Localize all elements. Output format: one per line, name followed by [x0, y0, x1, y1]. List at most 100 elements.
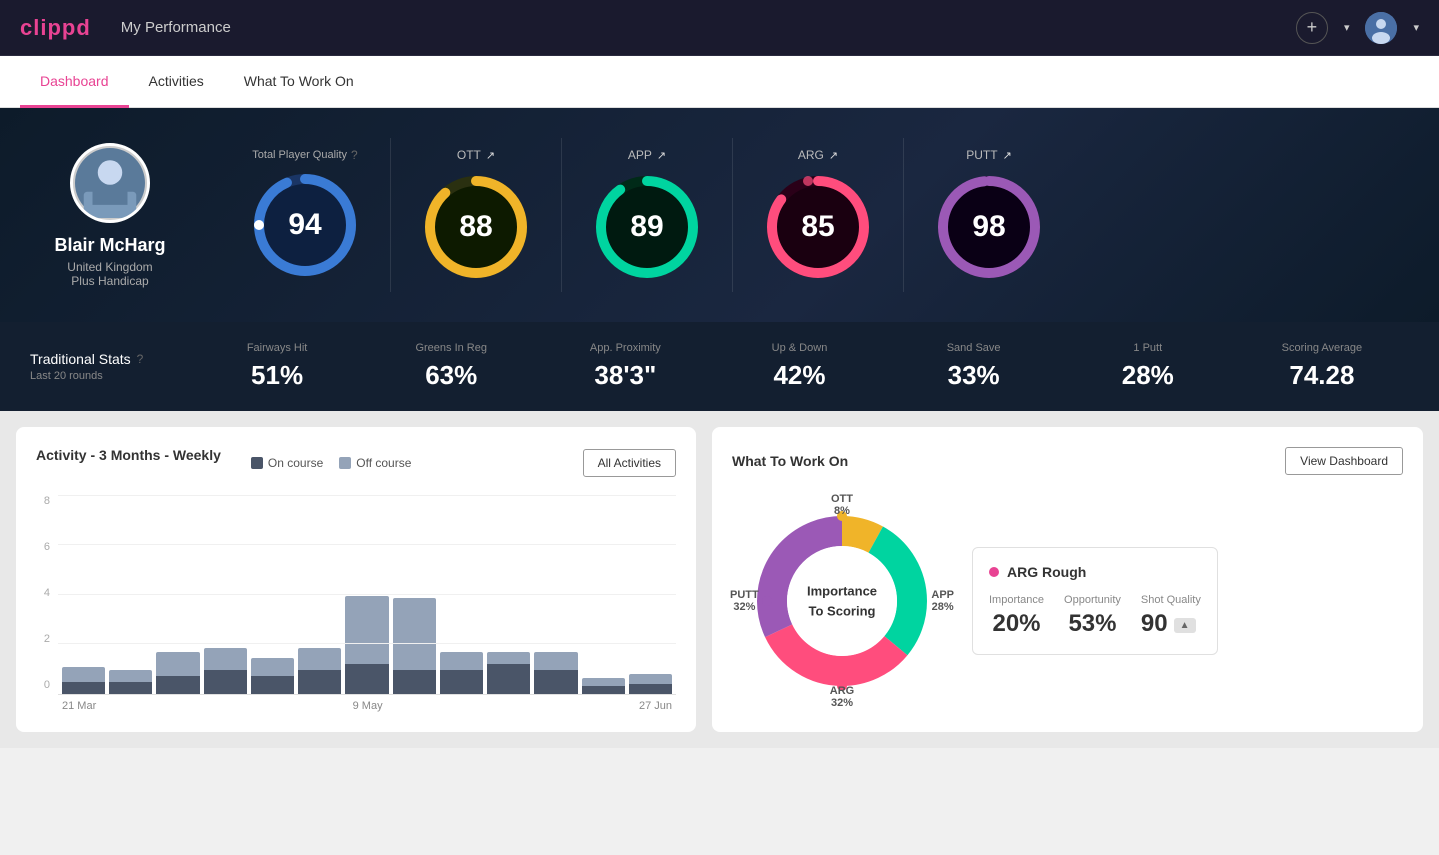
- ott-arrow-icon: ↗: [486, 149, 495, 162]
- stats-info-icon[interactable]: ?: [137, 352, 144, 366]
- add-button[interactable]: +: [1296, 12, 1328, 44]
- x-axis-labels: 21 Mar 9 May 27 Jun: [58, 695, 676, 712]
- bottom-panels: Activity - 3 Months - Weekly On course O…: [0, 411, 1439, 748]
- info-stat-importance: Importance 20%: [989, 594, 1044, 638]
- x-label-mar: 21 Mar: [62, 700, 96, 712]
- nav-tabs: Dashboard Activities What To Work On: [0, 56, 1439, 108]
- arg-circle: 85: [763, 172, 873, 282]
- x-label-may: 9 May: [353, 700, 383, 712]
- view-dashboard-button[interactable]: View Dashboard: [1285, 447, 1403, 475]
- user-dropdown-arrow[interactable]: ▾: [1413, 21, 1419, 34]
- bar-on: [534, 670, 577, 694]
- wtw-title: What To Work On: [732, 453, 1285, 469]
- header-title: My Performance: [121, 19, 1296, 36]
- add-dropdown-arrow[interactable]: ▾: [1344, 21, 1350, 34]
- bar-group-1: [62, 667, 105, 694]
- app-header: clippd My Performance + ▾ ▾: [0, 0, 1439, 56]
- player-avatar: [70, 143, 150, 223]
- bar-off: [156, 652, 199, 676]
- app-value: 89: [630, 210, 663, 244]
- info-stat-shot-quality: Shot Quality 90 ▲: [1141, 594, 1201, 638]
- wtw-header: What To Work On View Dashboard: [732, 447, 1403, 475]
- app-label: APP ↗: [628, 148, 666, 162]
- stat-sand-save: Sand Save 33%: [887, 342, 1061, 391]
- info-stat-opportunity: Opportunity 53%: [1064, 594, 1121, 638]
- bar-group-7: [345, 596, 388, 694]
- bar-group-11: [534, 652, 577, 694]
- donut-center-text: ImportanceTo Scoring: [807, 582, 877, 621]
- putt-segment-label: PUTT 32%: [730, 589, 759, 613]
- bar-on: [62, 682, 105, 694]
- stat-1-putt: 1 Putt 28%: [1061, 342, 1235, 391]
- bar-on: [487, 664, 530, 694]
- tpq-circle: 94: [250, 170, 360, 280]
- bar-off: [204, 648, 247, 670]
- score-block-arg: ARG ↗ 85: [733, 138, 904, 292]
- bar-off: [62, 667, 105, 682]
- on-course-dot: [251, 457, 263, 469]
- bar-on: [393, 670, 436, 694]
- bar-on: [582, 686, 625, 694]
- score-block-tpq: Total Player Quality ? 94: [220, 138, 391, 292]
- bar-on: [109, 682, 152, 694]
- tab-what-to-work-on[interactable]: What To Work On: [224, 57, 374, 108]
- app-segment-label: APP 28%: [931, 589, 954, 613]
- ott-label: OTT ↗: [457, 148, 495, 162]
- score-block-putt: PUTT ↗ 98: [904, 138, 1074, 292]
- user-avatar[interactable]: [1365, 12, 1397, 44]
- arg-segment-label: ARG 32%: [830, 685, 854, 709]
- ott-value: 88: [459, 210, 492, 244]
- stat-fairways-hit: Fairways Hit 51%: [190, 342, 364, 391]
- player-info: Blair McHarg United Kingdom Plus Handica…: [30, 143, 190, 288]
- bar-off: [109, 670, 152, 682]
- putt-value: 98: [972, 210, 1005, 244]
- shot-quality-badge: ▲: [1174, 618, 1196, 633]
- bar-on: [345, 664, 388, 694]
- bar-on: [298, 670, 341, 694]
- bar-group-10: [487, 652, 530, 694]
- bar-group-12: [582, 678, 625, 694]
- putt-arrow-icon: ↗: [1003, 149, 1012, 162]
- x-label-jun: 27 Jun: [639, 700, 672, 712]
- header-actions: + ▾ ▾: [1296, 12, 1419, 44]
- bar-off: [534, 652, 577, 670]
- bar-group-13: [629, 674, 672, 694]
- bar-off: [393, 598, 436, 670]
- bar-off: [440, 652, 483, 670]
- all-activities-button[interactable]: All Activities: [583, 449, 676, 477]
- hero-section: Blair McHarg United Kingdom Plus Handica…: [0, 108, 1439, 322]
- stats-subtitle: Last 20 rounds: [30, 370, 190, 382]
- ott-segment-label: OTT 8%: [831, 493, 853, 517]
- tpq-info-icon[interactable]: ?: [351, 148, 358, 162]
- bar-group-8: [393, 598, 436, 694]
- bar-off: [487, 652, 530, 664]
- stat-greens-in-reg: Greens In Reg 63%: [364, 342, 538, 391]
- bar-off: [251, 658, 294, 676]
- bar-group-6: [298, 648, 341, 694]
- arg-value: 85: [801, 210, 834, 244]
- tab-activities[interactable]: Activities: [129, 57, 224, 108]
- player-handicap: Plus Handicap: [71, 274, 148, 288]
- scores-section: Total Player Quality ? 94 OTT ↗: [220, 138, 1409, 292]
- score-block-ott: OTT ↗ 88: [391, 138, 562, 292]
- chart-legend: On course Off course: [251, 456, 563, 470]
- info-card-stats: Importance 20% Opportunity 53% Shot Qual…: [989, 594, 1201, 638]
- bar-group-5: [251, 658, 294, 694]
- activity-title: Activity - 3 Months - Weekly: [36, 447, 221, 463]
- bar-on: [629, 684, 672, 694]
- app-arrow-icon: ↗: [657, 149, 666, 162]
- stat-scoring-average: Scoring Average 74.28: [1235, 342, 1409, 391]
- bar-off: [298, 648, 341, 670]
- putt-label: PUTT ↗: [966, 148, 1012, 162]
- bar-group-2: [109, 670, 152, 694]
- tab-dashboard[interactable]: Dashboard: [20, 57, 129, 108]
- putt-circle: 98: [934, 172, 1044, 282]
- bar-off: [582, 678, 625, 686]
- stats-label: Traditional Stats ? Last 20 rounds: [30, 351, 190, 382]
- arg-arrow-icon: ↗: [829, 149, 838, 162]
- player-country: United Kingdom: [67, 260, 152, 274]
- grid-line-8: [58, 495, 676, 496]
- activity-panel: Activity - 3 Months - Weekly On course O…: [16, 427, 696, 732]
- bar-group-3: [156, 652, 199, 694]
- wtw-content: ImportanceTo Scoring OTT 8% APP 28% ARG …: [732, 491, 1403, 711]
